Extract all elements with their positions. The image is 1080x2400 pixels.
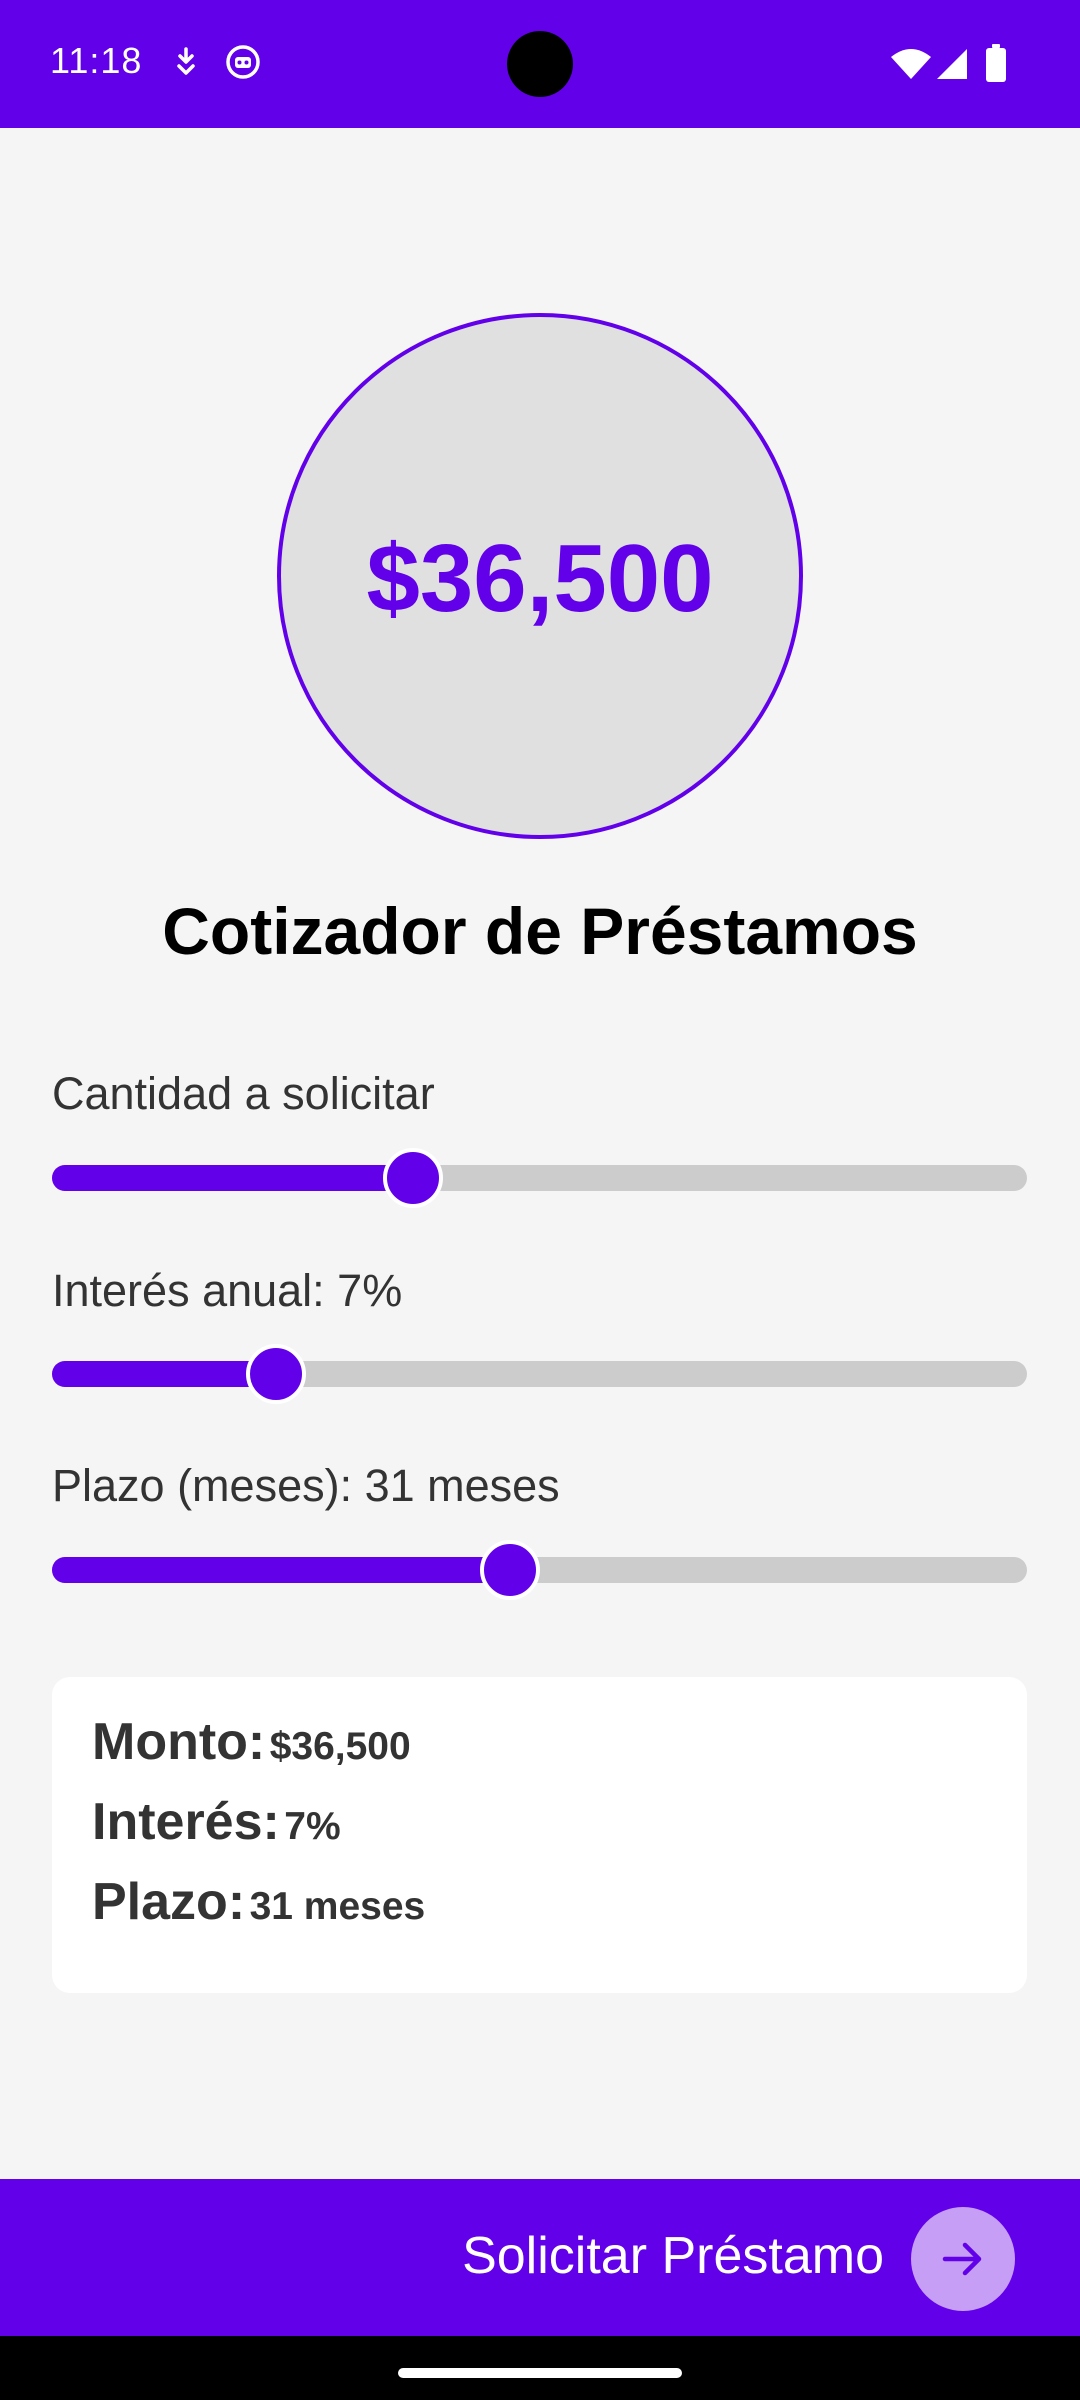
- slider-thumb[interactable]: [246, 1344, 307, 1404]
- summary-amount-row: Monto: $36,500: [92, 1712, 411, 1772]
- amount-display: $36,500: [366, 525, 714, 632]
- request-loan-bar[interactable]: Solicitar Préstamo: [0, 2179, 1080, 2336]
- slider-thumb[interactable]: [480, 1540, 541, 1600]
- status-bar: 11:18: [0, 0, 1080, 128]
- camera-cutout: [507, 31, 573, 97]
- summary-term-row: Plazo: 31 meses: [92, 1872, 425, 1932]
- term-slider-label: Plazo (meses): 31 meses: [52, 1460, 560, 1511]
- summary-term-value: 31 meses: [249, 1885, 426, 1928]
- home-gesture-handle[interactable]: [398, 2368, 682, 2378]
- signal-icon: [936, 48, 968, 85]
- slider-thumb[interactable]: [382, 1148, 443, 1208]
- slider-fill: [52, 1361, 277, 1387]
- interest-slider[interactable]: [52, 1344, 1027, 1404]
- summary-amount-key: Monto:: [92, 1713, 266, 1771]
- amount-slider-label: Cantidad a solicitar: [52, 1068, 435, 1119]
- amount-circle: $36,500: [277, 313, 803, 839]
- summary-card: Monto: $36,500 Interés: 7% Plazo: 31 mes…: [52, 1677, 1027, 1993]
- interest-slider-label: Interés anual: 7%: [52, 1265, 403, 1316]
- summary-amount-value: $36,500: [269, 1725, 411, 1768]
- summary-interest-row: Interés: 7%: [92, 1792, 341, 1852]
- request-loan-button[interactable]: [911, 2207, 1015, 2311]
- summary-interest-value: 7%: [284, 1805, 341, 1848]
- battery-icon: [985, 44, 1007, 87]
- summary-term-key: Plazo:: [92, 1873, 246, 1931]
- term-slider[interactable]: [52, 1540, 1027, 1600]
- download-icon: [172, 46, 200, 83]
- assistant-icon: [225, 44, 261, 85]
- slider-fill: [52, 1165, 413, 1191]
- summary-interest-key: Interés:: [92, 1793, 280, 1851]
- wifi-icon: [890, 48, 932, 85]
- arrow-right-icon: [942, 2242, 982, 2276]
- slider-fill: [52, 1557, 511, 1583]
- amount-slider[interactable]: [52, 1148, 1027, 1208]
- page-title: Cotizador de Préstamos: [162, 894, 918, 968]
- status-time: 11:18: [50, 40, 143, 81]
- request-loan-label[interactable]: Solicitar Préstamo: [462, 2226, 884, 2286]
